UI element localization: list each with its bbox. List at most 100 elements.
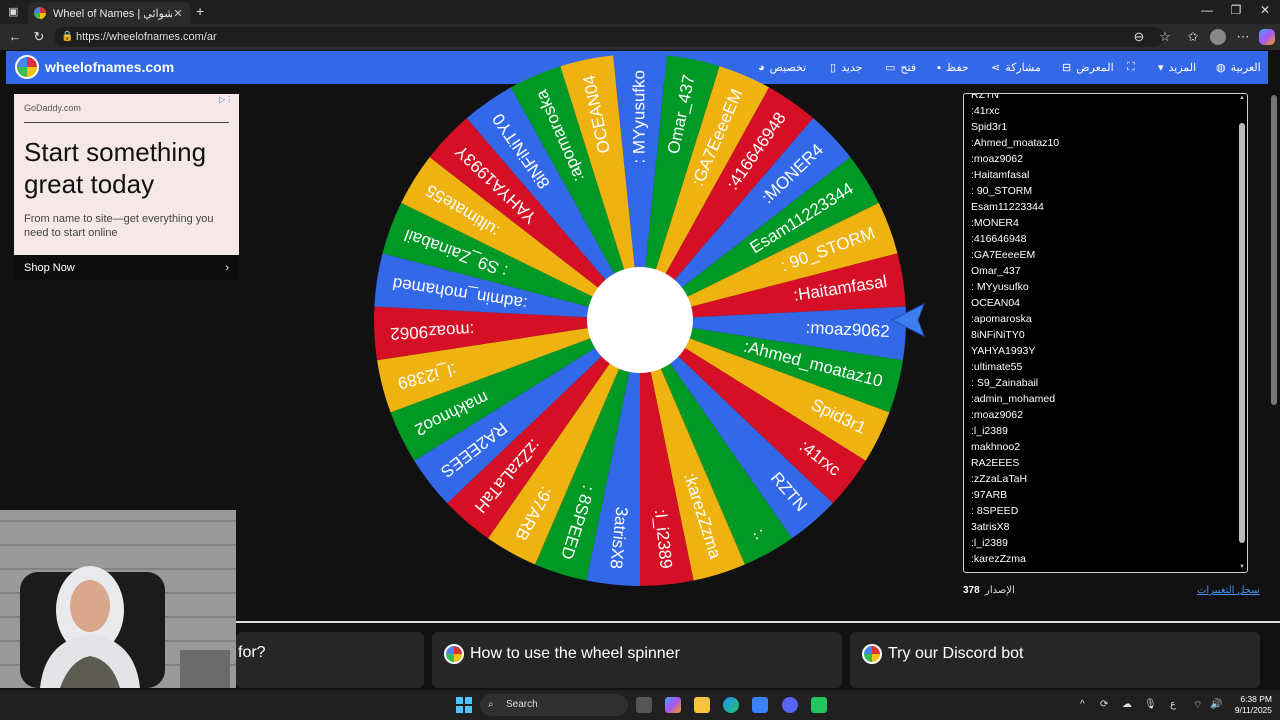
tray-chevron-icon[interactable]: ^: [1080, 699, 1085, 710]
menu-save[interactable]: ▪ حفظ: [937, 51, 969, 84]
globe-icon: ◍: [1216, 62, 1226, 74]
back-icon[interactable]: ←: [6, 28, 24, 46]
scroll-up-icon[interactable]: ▲: [1238, 95, 1246, 101]
card-title: Try our Discord bot: [888, 645, 1024, 662]
minimize-button[interactable]: —: [1192, 3, 1222, 21]
menu-more[interactable]: ▾ المزيد: [1158, 51, 1196, 84]
menu-language[interactable]: ◍ العربية: [1216, 51, 1261, 84]
ad-shop-now-button[interactable]: Shop Now ›: [14, 255, 239, 281]
entry-line: :moaz9062: [971, 153, 1023, 165]
page-scrollbar-thumb[interactable]: [1271, 95, 1277, 405]
entry-line: : 8SPEED: [971, 505, 1019, 517]
entry-line: :karezZzma: [971, 553, 1026, 565]
entry-line: : S9_Zainabail: [971, 377, 1039, 389]
maximize-button[interactable]: ❐: [1221, 3, 1251, 21]
wheel-pointer-icon: [890, 302, 925, 338]
fullscreen-icon: ⛶: [1127, 61, 1135, 73]
entry-line: YAHYA1993Y: [971, 345, 1036, 357]
entry-line: makhnoo2: [971, 441, 1021, 453]
start-button[interactable]: [456, 697, 472, 713]
entry-line: :l_i2389: [971, 537, 1008, 549]
info-card-how-to[interactable]: How to use the wheel spinner: [432, 632, 842, 688]
gallery-icon: ⊟: [1062, 62, 1072, 74]
section-divider: [236, 621, 1280, 623]
new-tab-button[interactable]: +: [196, 3, 204, 19]
system-clock[interactable]: 6:38 PM 9/11/2025: [1226, 694, 1272, 716]
entry-line: :moaz9062: [971, 409, 1023, 421]
profile-avatar[interactable]: [1210, 29, 1226, 45]
edge-browser-icon[interactable]: [723, 697, 739, 713]
card-heading: How to use the wheel spinner: [444, 644, 680, 664]
clock-time: 6:38 PM: [1240, 694, 1272, 704]
menu-share[interactable]: ⋖ مشاركة: [991, 51, 1041, 84]
entry-line: :416646948: [971, 233, 1027, 245]
ad-cta-label: Shop Now: [24, 262, 75, 274]
scrollbar-thumb[interactable]: [1239, 123, 1245, 543]
taskbar-search[interactable]: ⌕ Search: [480, 694, 628, 716]
microphone-icon[interactable]: 🎙: [1144, 699, 1157, 710]
chevron-right-icon: ›: [225, 262, 229, 274]
more-menu-icon[interactable]: ⋯: [1234, 28, 1252, 46]
copilot-taskbar-icon[interactable]: [665, 697, 681, 713]
advertisement[interactable]: GoDaddy.com ▷⋮ Start something great tod…: [14, 94, 239, 281]
wheel-favicon-icon: [34, 7, 46, 19]
save-icon: ▪: [937, 61, 941, 74]
share-icon: ⋖: [991, 62, 1001, 74]
task-view-icon[interactable]: [636, 697, 652, 713]
changelog-link[interactable]: سجل التغييرات: [1197, 585, 1260, 596]
entry-line: :ultimate55: [971, 361, 1023, 373]
reader-icon[interactable]: ⊖: [1130, 28, 1148, 46]
info-card-discord[interactable]: Try our Discord bot: [850, 632, 1260, 688]
entries-scrollbar[interactable]: ▲ ▼: [1238, 95, 1246, 570]
discord-icon[interactable]: [782, 697, 798, 713]
store-icon[interactable]: [752, 697, 768, 713]
favorite-star-icon[interactable]: ☆: [1156, 28, 1174, 46]
sync-icon[interactable]: ⟳: [1100, 699, 1108, 710]
menu-label: العربية: [1230, 62, 1261, 74]
file-explorer-icon[interactable]: [694, 697, 710, 713]
scroll-down-icon[interactable]: ▼: [1238, 564, 1246, 570]
entry-line: Spid3r1: [971, 121, 1008, 133]
menu-label: المزيد: [1168, 62, 1197, 74]
url-text: https://wheelofnames.com/ar: [76, 31, 217, 43]
copilot-icon[interactable]: [1259, 29, 1275, 45]
menu-fullscreen[interactable]: ⛶: [1127, 51, 1135, 84]
tab-title: Wheel of Names | الاسم العشوائي: [53, 7, 172, 20]
close-tab-icon[interactable]: ✕: [172, 7, 184, 20]
entry-line: :Haitamfasal: [971, 169, 1030, 181]
card-title: How to use the wheel spinner: [470, 645, 680, 662]
tab-actions-icon[interactable]: ▣: [8, 5, 18, 18]
close-window-button[interactable]: ✕: [1250, 3, 1280, 21]
entry-line: :admin_mohamed: [971, 393, 1056, 405]
keyboard-language[interactable]: ع: [1170, 699, 1176, 710]
cloud-icon[interactable]: ☁: [1122, 699, 1132, 710]
wheel-slice-label: : MYyusufko: [629, 70, 648, 164]
entries-textarea[interactable]: RZTN:41rxc Spid3r1:Ahmed_moataz10:moaz906…: [963, 93, 1248, 573]
ad-info-icon[interactable]: ▷⋮: [219, 95, 233, 104]
reload-icon[interactable]: ↻: [30, 28, 48, 46]
ad-headline: Start something great today: [24, 137, 207, 199]
entry-line: 8iNFiNiTY0: [971, 329, 1025, 341]
menu-gallery[interactable]: ⊟ المعرض: [1062, 51, 1114, 84]
version-label: الإصدار: [985, 585, 1015, 596]
chevron-down-icon: ▾: [1158, 62, 1164, 74]
site-brand[interactable]: wheelofnames.com: [45, 59, 174, 75]
app-icon[interactable]: [811, 697, 827, 713]
clock-date: 9/11/2025: [1234, 705, 1272, 715]
menu-label: المعرض: [1076, 62, 1114, 74]
wifi-icon[interactable]: ⌔: [1193, 699, 1202, 712]
wheel-logo-icon: [444, 644, 464, 664]
favorites-icon[interactable]: ✩: [1184, 28, 1202, 46]
menu-label: حفظ: [945, 62, 969, 74]
url-input[interactable]: 🔒 https://wheelofnames.com/ar: [54, 27, 1164, 47]
ad-domain: GoDaddy.com: [24, 103, 81, 113]
entry-line: :apomaroska: [971, 313, 1032, 325]
version-number: 378: [963, 585, 980, 596]
wheel-logo-icon[interactable]: [15, 55, 39, 79]
name-wheel[interactable]: : MYyusufko Omar_437:GA7EeeeEM:416646948:…: [370, 50, 910, 590]
wheel-hub[interactable]: [587, 267, 693, 373]
volume-icon[interactable]: 🔊: [1210, 699, 1222, 710]
entry-line: : 90_STORM: [971, 185, 1033, 197]
browser-tab[interactable]: Wheel of Names | الاسم العشوائي ✕: [28, 2, 190, 24]
info-card-1[interactable]: for?: [236, 632, 424, 688]
